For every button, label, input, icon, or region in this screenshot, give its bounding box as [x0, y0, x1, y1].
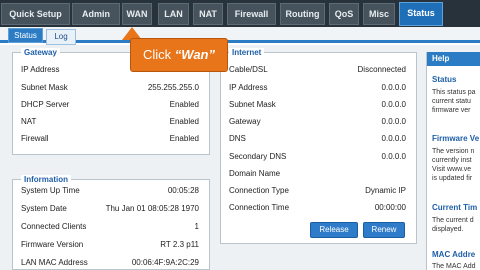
- help-header: Help: [427, 52, 480, 66]
- subtab-status[interactable]: Status: [8, 28, 43, 43]
- row-label: Connection Time: [229, 203, 290, 212]
- row-label: Subnet Mask: [229, 100, 276, 109]
- row-value: Dynamic IP: [365, 186, 406, 195]
- row-value: 0.0.0.0: [381, 100, 406, 109]
- help-line: The MAC Add: [432, 263, 476, 270]
- help-line: firmware ver: [432, 107, 471, 114]
- internet-row: Connection Time 00:00:00: [221, 201, 416, 214]
- row-value: 0.0.0.0: [381, 117, 406, 126]
- information-row: System Up Time 00:05:28: [13, 184, 209, 197]
- tab-firewall[interactable]: Firewall: [227, 3, 276, 25]
- gateway-row: Subnet Mask 255.255.255.0: [13, 81, 209, 94]
- tab-routing[interactable]: Routing: [280, 3, 325, 25]
- internet-row: Subnet Mask 0.0.0.0: [221, 98, 416, 111]
- gateway-title: Gateway: [21, 48, 60, 58]
- tab-qos[interactable]: QoS: [329, 3, 359, 25]
- help-line[interactable]: Visit www.ve: [432, 165, 480, 174]
- internet-row: DNS 0.0.0.0: [221, 132, 416, 145]
- row-label: LAN MAC Address: [21, 258, 88, 267]
- row-value: Enabled: [169, 134, 199, 143]
- row-value: 1: [194, 222, 199, 231]
- internet-row: Cable/DSL Disconnected: [221, 63, 416, 76]
- internet-panel: Internet Cable/DSL Disconnected IP Addres…: [220, 48, 417, 244]
- row-label: Subnet Mask: [21, 83, 68, 92]
- tab-status[interactable]: Status: [399, 2, 443, 26]
- gateway-row: Firewall Enabled: [13, 132, 209, 145]
- subtab-log[interactable]: Log: [46, 29, 76, 45]
- row-value: RT 2.3 p11: [160, 240, 199, 249]
- help-line: currently inst: [432, 157, 472, 164]
- tab-wan[interactable]: WAN: [122, 3, 152, 25]
- information-row: LAN MAC Address 00:06:4F:9A:2C:29: [13, 256, 209, 269]
- internet-title: Internet: [229, 48, 265, 58]
- internet-row: Connection Type Dynamic IP: [221, 184, 416, 197]
- callout-target: “Wan”: [174, 47, 215, 62]
- row-label: Gateway: [229, 117, 261, 126]
- row-value: Disconnected: [357, 65, 406, 74]
- gateway-row: DHCP Server Enabled: [13, 98, 209, 111]
- row-value: Enabled: [169, 100, 199, 109]
- row-label: Domain Name: [229, 169, 281, 178]
- row-label: Connected Clients: [21, 222, 87, 231]
- top-nav-bar: Quick Setup Admin WAN LAN NAT Firewall R…: [0, 0, 480, 27]
- help-line: displayed.: [432, 226, 464, 233]
- row-label: System Up Time: [21, 186, 80, 195]
- information-row: Firmware Version RT 2.3 p11: [13, 238, 209, 251]
- internet-row: Secondary DNS 0.0.0.0: [221, 150, 416, 163]
- row-label: Firmware Version: [21, 240, 84, 249]
- help-section-title: Current Tim: [432, 203, 478, 212]
- help-section-title: Status: [432, 75, 457, 84]
- help-section-text: The current d displayed.: [432, 216, 480, 234]
- help-section-title: Firmware Ve: [432, 134, 480, 143]
- help-section-text: The MAC Add: [432, 262, 480, 270]
- row-value: 255.255.255.0: [147, 83, 199, 92]
- help-line: This status pa: [432, 89, 476, 96]
- row-value: Thu Jan 01 08:05:28 1970: [105, 204, 199, 213]
- row-label: System Date: [21, 204, 67, 213]
- help-section-title: MAC Addre: [432, 250, 476, 259]
- gateway-row: NAT Enabled: [13, 115, 209, 128]
- row-value: 0.0.0.0: [381, 152, 406, 161]
- tab-quick-setup[interactable]: Quick Setup: [1, 3, 70, 25]
- row-value: 0.0.0.0: [381, 83, 406, 92]
- sub-nav-bar: Status Log: [0, 27, 480, 45]
- information-row: System Date Thu Jan 01 08:05:28 1970: [13, 202, 209, 215]
- help-line: The current d: [432, 217, 474, 224]
- tab-lan[interactable]: LAN: [158, 3, 189, 25]
- row-label: DHCP Server: [21, 100, 70, 109]
- row-label: IP Address: [229, 83, 268, 92]
- information-row: Connected Clients 1: [13, 220, 209, 233]
- row-label: Firewall: [21, 134, 49, 143]
- row-label: Cable/DSL: [229, 65, 268, 74]
- help-line: The version n: [432, 148, 475, 155]
- tab-misc[interactable]: Misc: [363, 3, 395, 25]
- help-section-text: The version n currently inst Visit www.v…: [432, 147, 480, 183]
- help-line: current statu: [432, 98, 471, 105]
- help-sidebar: Help Status This status pa current statu…: [426, 52, 480, 270]
- row-value: 00:06:4F:9A:2C:29: [131, 258, 199, 267]
- row-value: 0.0.0.0: [381, 134, 406, 143]
- internet-row: Domain Name: [221, 167, 416, 180]
- release-button[interactable]: Release: [310, 222, 358, 238]
- row-label: Connection Type: [229, 186, 289, 195]
- row-label: NAT: [21, 117, 37, 126]
- click-wan-callout: Click “Wan”: [130, 38, 228, 72]
- internet-row: IP Address 0.0.0.0: [221, 81, 416, 94]
- help-line: is updated fir: [432, 175, 473, 182]
- information-panel: Information System Up Time 00:05:28 Syste…: [12, 175, 210, 270]
- row-value: Enabled: [169, 117, 199, 126]
- tab-nat[interactable]: NAT: [193, 3, 223, 25]
- row-label: Secondary DNS: [229, 152, 287, 161]
- row-label: DNS: [229, 134, 246, 143]
- internet-row: Gateway 0.0.0.0: [221, 115, 416, 128]
- callout-prefix: Click: [143, 47, 175, 62]
- row-label: IP Address: [21, 65, 60, 74]
- row-value: 00:05:28: [167, 186, 199, 195]
- renew-button[interactable]: Renew: [363, 222, 405, 238]
- help-section-text: This status pa current statu firmware ve…: [432, 88, 480, 115]
- row-value: 00:00:00: [374, 203, 406, 212]
- tab-admin[interactable]: Admin: [72, 3, 120, 25]
